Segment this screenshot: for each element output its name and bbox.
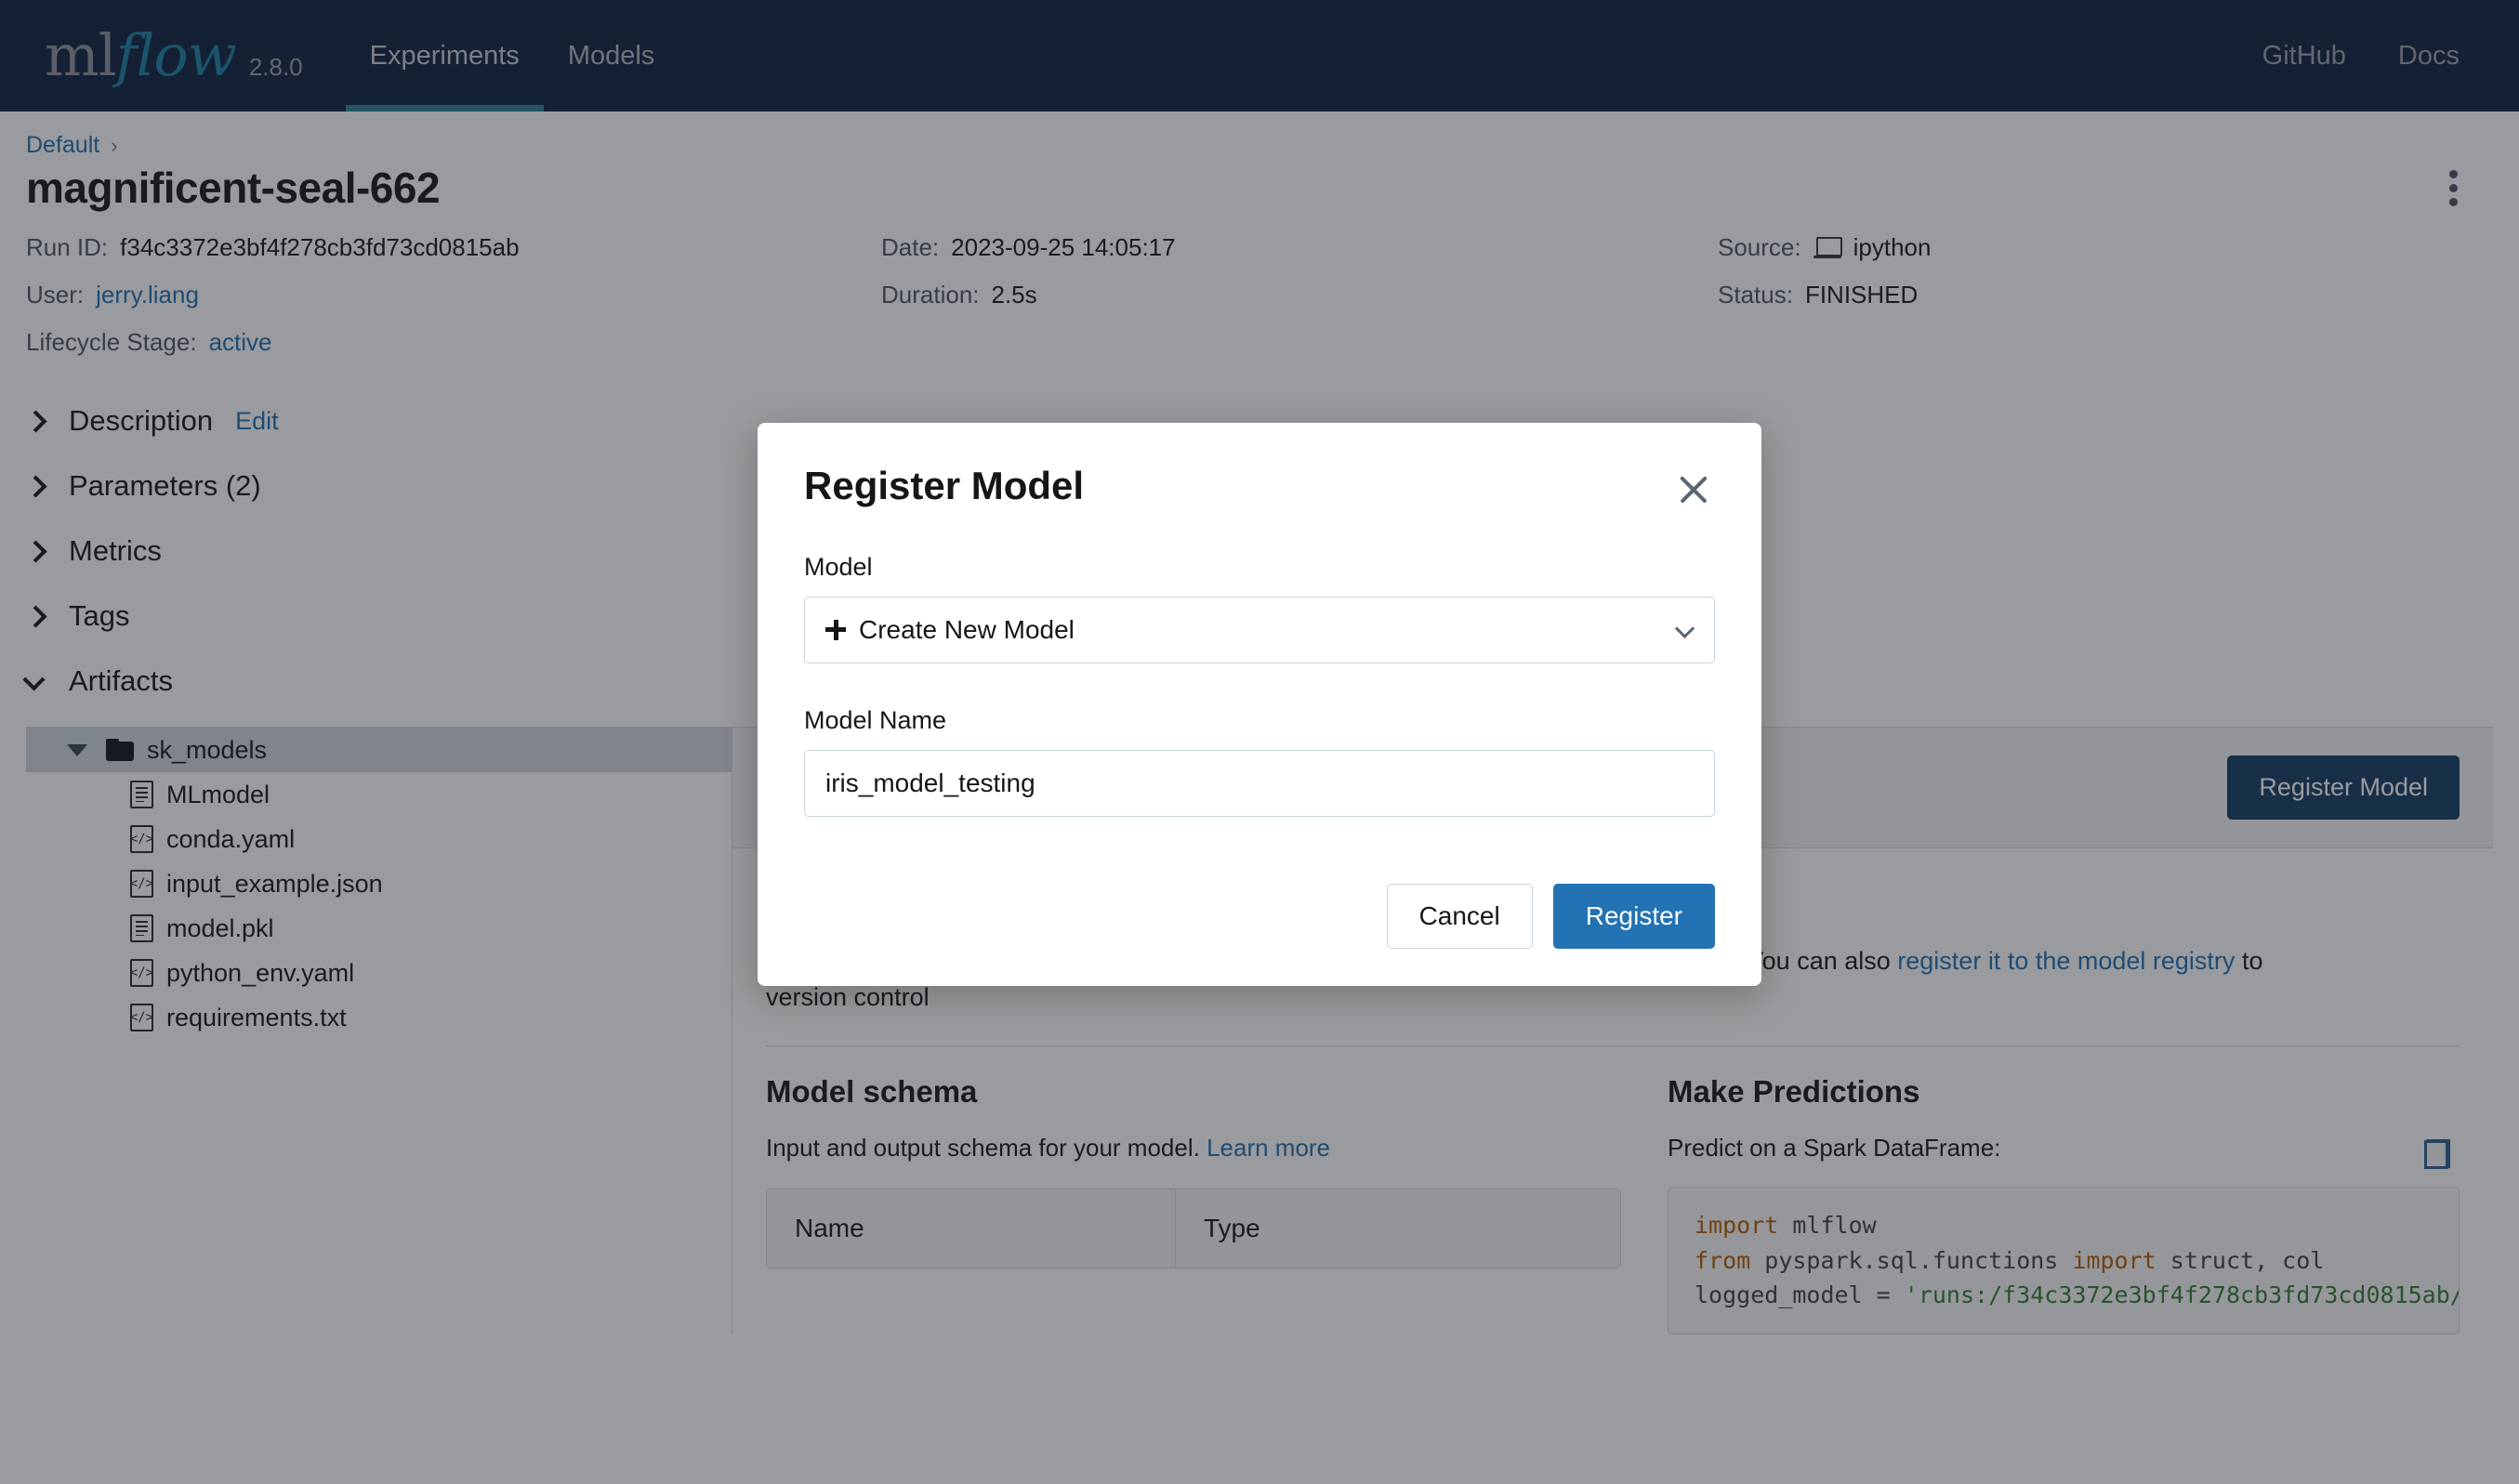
register-model-dialog: Register Model Model Create New Model Mo… <box>758 423 1761 986</box>
model-name-field: Model Name <box>804 706 1715 817</box>
model-name-input[interactable] <box>804 750 1715 817</box>
dialog-header: Register Model <box>804 464 1715 510</box>
model-select-value: Create New Model <box>859 615 1075 644</box>
model-field: Model Create New Model <box>804 553 1715 663</box>
close-icon[interactable] <box>1674 469 1715 510</box>
model-select[interactable]: Create New Model <box>804 597 1715 663</box>
dialog-title: Register Model <box>804 464 1085 507</box>
plus-icon <box>825 620 846 640</box>
chevron-down-icon <box>1677 622 1694 638</box>
model-field-label: Model <box>804 553 873 581</box>
cancel-button[interactable]: Cancel <box>1386 884 1533 949</box>
register-button[interactable]: Register <box>1552 884 1715 949</box>
dialog-actions: Cancel Register <box>804 884 1715 949</box>
app-root: mlflow 2.8.0 Experiments Models GitHub D… <box>0 0 2519 1484</box>
model-name-label: Model Name <box>804 706 947 734</box>
